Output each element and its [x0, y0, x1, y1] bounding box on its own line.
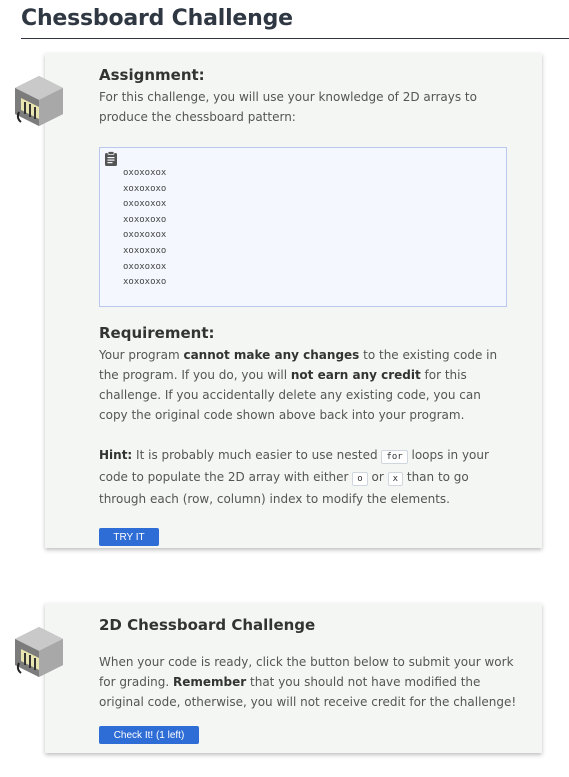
pattern-line: oxoxoxox	[123, 261, 167, 272]
inline-code-for: for	[381, 450, 408, 464]
pattern-line: xoxoxoxo	[123, 214, 167, 225]
title-divider	[21, 38, 569, 39]
hint-text: Hint: It is probably much easier to use …	[99, 448, 489, 506]
coding-exercise-icon	[15, 76, 63, 126]
pattern-line: oxoxoxox	[123, 230, 167, 241]
pattern-line: oxoxoxox	[123, 168, 167, 178]
check-it-button[interactable]: Check It! (1 left)	[99, 726, 199, 744]
submit-text: When your code is ready, click the butto…	[99, 655, 517, 709]
pattern-line: xoxoxoxo	[123, 183, 167, 194]
inline-code-x: x	[387, 472, 404, 486]
challenge-heading: 2D Chessboard Challenge	[99, 616, 316, 634]
requirement-heading: Requirement:	[99, 324, 215, 342]
pattern-line: xoxoxoxo	[123, 277, 167, 288]
page-title: Chessboard Challenge	[21, 6, 293, 31]
requirement-text: Your program cannot make any changes to …	[99, 348, 498, 422]
pattern-line: xoxoxoxo	[123, 245, 167, 256]
assignment-heading: Assignment:	[99, 66, 205, 84]
clipboard-icon[interactable]	[104, 151, 118, 167]
inline-code-o: o	[352, 472, 368, 486]
assignment-text: For this challenge, you will use your kn…	[99, 90, 477, 124]
try-it-button[interactable]: TRY IT	[99, 528, 159, 546]
coding-exercise-icon	[15, 627, 63, 677]
chessboard-pattern: oxoxoxox xoxoxoxo oxoxoxox xoxoxoxo oxox…	[123, 166, 166, 291]
pattern-line: oxoxoxox	[123, 199, 167, 210]
